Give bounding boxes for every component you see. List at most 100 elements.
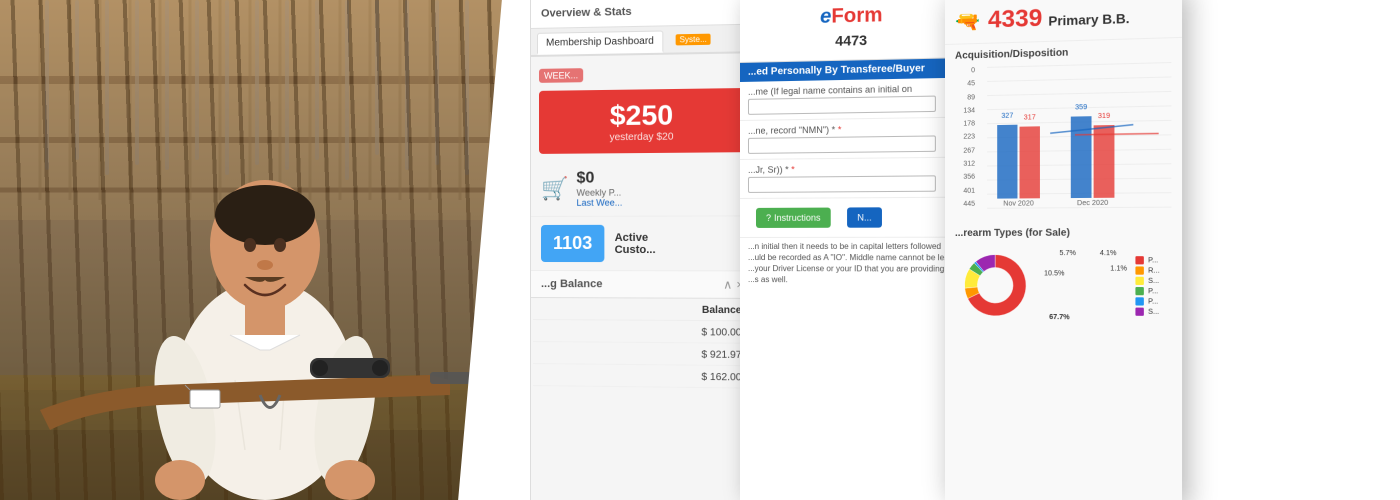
y-label-1: 401 xyxy=(947,187,975,194)
legend-dot-1 xyxy=(1135,266,1143,274)
instructions-icon: ? xyxy=(766,213,771,223)
collapse-icon[interactable]: ∧ xyxy=(723,277,732,291)
legend-item-2: S... xyxy=(1135,277,1159,285)
y-label-3: 312 xyxy=(947,161,975,168)
panel-membership-dashboard: Overview & Stats Membership Dashboard Sy… xyxy=(530,0,754,500)
balance-row-1: $ 921.97 xyxy=(533,344,752,366)
balance-table: Balance $ 100.00$ 921.97$ 162.00 xyxy=(531,298,754,391)
panels-section: Overview & Stats Membership Dashboard Sy… xyxy=(530,0,1400,500)
donut-pct-small-3: 4.1% xyxy=(1100,250,1117,257)
cart-last-week: Last Wee... xyxy=(577,198,623,208)
form-note-2: ...uld be recorded as A "IO". Middle nam… xyxy=(748,253,957,262)
form-notes: ...n initial then it needs to be in capi… xyxy=(740,237,965,289)
logo-form: Form xyxy=(831,4,882,28)
tab-system[interactable]: Syste... xyxy=(667,29,719,52)
form-note-3: ...your Driver License or your ID that y… xyxy=(748,264,957,274)
donut-section-title: ...rearm Types (for Sale) xyxy=(945,223,1182,241)
legend-label-1: R... xyxy=(1148,267,1160,274)
balance-cell-2: $ 162.00 xyxy=(533,366,752,389)
legend-item-1: R... xyxy=(1135,266,1159,274)
form-buttons-row: ? Instructions N... xyxy=(740,198,965,237)
panel-eform-4473: eForm 4473 ...ed Personally By Transfere… xyxy=(740,0,965,500)
legend-label-3: P... xyxy=(1148,288,1158,295)
balance-cell-1: $ 921.97 xyxy=(533,344,752,366)
panel3-title-group: 4339 Primary B.B. xyxy=(988,1,1129,34)
eform-logo: eForm 4473 xyxy=(750,2,955,54)
cart-label: Weekly P... xyxy=(577,187,623,197)
connector-lines-svg xyxy=(1020,62,1172,208)
required-marker-2: * xyxy=(791,164,795,174)
photo-section xyxy=(0,0,530,500)
legend-dot-4 xyxy=(1135,297,1143,305)
legend-label-0: P... xyxy=(1148,257,1158,264)
form-field-2-label: ...ne, record "NMN") * * xyxy=(748,123,957,136)
y-label-7: 134 xyxy=(947,107,975,115)
balance-cell-0: $ 100.00 xyxy=(533,322,752,344)
y-label-6: 178 xyxy=(947,121,975,129)
legend-label-5: S... xyxy=(1148,308,1159,315)
balance-header: ...g Balance ∧ × xyxy=(531,271,754,299)
bar-nov-blue xyxy=(997,125,1017,199)
y-label-9: 45 xyxy=(947,81,975,89)
panel3-number: 4339 xyxy=(988,5,1042,35)
chart-area: 327 317 Nov 2020 xyxy=(987,62,1171,208)
cart-amount: $0 xyxy=(577,169,623,187)
dollar-amount: $250 xyxy=(549,98,735,132)
legend-dot-2 xyxy=(1135,277,1143,285)
y-label-10: 0 xyxy=(947,67,975,75)
dollar-card: $250 yesterday $20 xyxy=(539,88,746,154)
form-field-3-label: ...Jr, Sr)) * * xyxy=(748,163,957,175)
chart-y-labels: 44540135631226722317813489450 xyxy=(945,67,977,208)
next-button[interactable]: N... xyxy=(847,207,882,227)
logo-e: e xyxy=(820,5,831,28)
balance-row-0: $ 100.00 xyxy=(533,322,752,344)
y-label-8: 89 xyxy=(947,94,975,102)
bar-nov-blue-container: 327 xyxy=(997,125,1017,199)
stat-label-1: Active xyxy=(615,231,656,243)
legend-item-3: P... xyxy=(1135,287,1159,295)
gun-icon: 🔫 xyxy=(955,8,980,34)
required-marker-1: * xyxy=(838,125,842,135)
rifle-figure xyxy=(10,290,530,450)
cart-icon: 🛒 xyxy=(541,176,568,202)
cart-info: $0 Weekly P... Last Wee... xyxy=(577,169,623,207)
balance-title: ...g Balance xyxy=(541,278,603,290)
stat-label-2: Custo... xyxy=(615,243,656,255)
y-label-2: 356 xyxy=(947,174,975,181)
legend-item-4: P... xyxy=(1135,297,1159,305)
form-input-2[interactable] xyxy=(748,135,935,153)
donut-chart-svg xyxy=(955,245,1036,326)
legend-dot-0 xyxy=(1135,256,1143,264)
title-row: 4339 Primary B.B. xyxy=(988,1,1129,34)
form-note-4: ...s as well. xyxy=(748,275,957,285)
form-input-3[interactable] xyxy=(748,175,935,193)
system-tag: Syste... xyxy=(675,34,711,46)
stat-number: 1103 xyxy=(541,225,604,262)
bar-nov-blue-label: 327 xyxy=(997,113,1017,120)
y-label-5: 223 xyxy=(947,134,975,141)
legend-dot-3 xyxy=(1135,287,1143,295)
form-field-2: ...ne, record "NMN") * * xyxy=(740,118,965,160)
dollar-sub: yesterday $20 xyxy=(549,131,735,144)
donut-labels-overlay: 67.7% 10.5% 5.7% 4.1% 1.1% xyxy=(1044,245,1127,327)
form-field-1: ...me (If legal name contains an initial… xyxy=(740,78,965,121)
logo-num: 4473 xyxy=(835,32,867,49)
diagonal-separator xyxy=(470,0,530,500)
instructions-button[interactable]: ? Instructions xyxy=(756,208,831,228)
donut-pct-small-1: 10.5% xyxy=(1044,270,1064,277)
panel-ad-chart: 🔫 4339 Primary B.B. Acquisition/Disposit… xyxy=(945,0,1182,500)
stat-labels: Active Custo... xyxy=(615,231,656,255)
legend-label-2: S... xyxy=(1148,277,1159,284)
donut-container: 67.7% 10.5% 5.7% 4.1% 1.1% P...R...S...P… xyxy=(945,241,1182,332)
form-note-1: ...n initial then it needs to be in capi… xyxy=(748,242,957,251)
donut-pct-large: 67.7% xyxy=(1049,314,1069,321)
tab-membership-dashboard[interactable]: Membership Dashboard xyxy=(537,30,663,54)
legend-list: P... R... S... P... P... S... xyxy=(1135,256,1159,316)
panel1-tabs: Membership Dashboard Syste... xyxy=(531,25,754,57)
balance-row-2: $ 162.00 xyxy=(533,366,752,389)
y-label-0: 445 xyxy=(947,201,975,208)
cart-row: 🛒 $0 Weekly P... Last Wee... xyxy=(531,160,754,217)
legend-label-4: P... xyxy=(1148,298,1158,305)
panel3-title: Primary B.B. xyxy=(1048,11,1129,29)
form-input-1[interactable] xyxy=(748,96,935,115)
